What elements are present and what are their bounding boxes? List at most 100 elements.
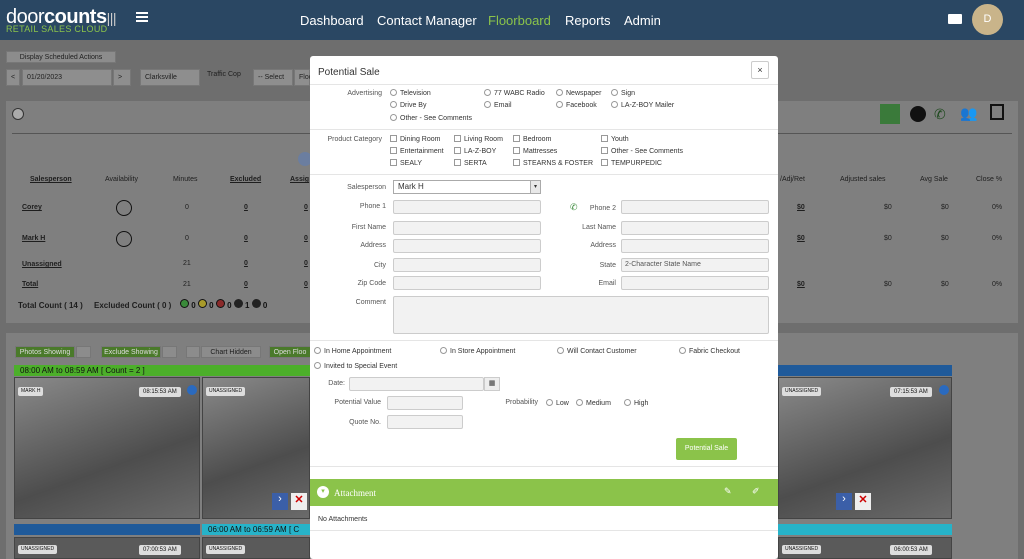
chevron-down-icon[interactable]: ▾: [317, 486, 329, 498]
floor-select[interactable]: Floo: [294, 69, 313, 86]
advertising-option[interactable]: Facebook: [556, 101, 597, 109]
advertising-option[interactable]: 77 WABC Radio: [484, 89, 545, 97]
chart-toggle-off[interactable]: [186, 346, 200, 358]
nav-admin[interactable]: Admin: [624, 13, 661, 28]
appointment-option[interactable]: Invited to Special Event: [314, 362, 397, 370]
appointment-option[interactable]: Will Contact Customer: [557, 347, 637, 355]
row-total[interactable]: Total: [22, 281, 38, 288]
row-excluded[interactable]: 0: [244, 204, 248, 211]
comment-textarea[interactable]: [393, 296, 769, 334]
last-name-input[interactable]: [621, 221, 769, 235]
nav-reports[interactable]: Reports: [565, 13, 611, 28]
product-option[interactable]: SERTA: [454, 159, 487, 167]
col-salesperson[interactable]: Salesperson: [30, 176, 72, 183]
quote-input[interactable]: [387, 415, 463, 429]
advertising-option[interactable]: Newspaper: [556, 89, 601, 97]
phone-icon[interactable]: ✆: [570, 202, 578, 213]
advertising-option[interactable]: Other - See Comments: [390, 114, 472, 122]
advertising-option[interactable]: Email: [484, 101, 512, 109]
row-salesperson-corey[interactable]: Corey: [22, 204, 42, 211]
traffic-cop-select[interactable]: -- Select: [253, 69, 293, 86]
date-input[interactable]: [349, 377, 484, 391]
product-option[interactable]: Dining Room: [390, 135, 440, 143]
attachment-bar[interactable]: [310, 479, 778, 506]
row-assigned[interactable]: 0: [304, 235, 308, 242]
people-icon[interactable]: 👥: [960, 105, 977, 122]
probability-option[interactable]: Medium: [576, 399, 611, 407]
mail-icon[interactable]: [948, 14, 962, 24]
notes-icon[interactable]: [990, 104, 1004, 120]
product-option[interactable]: Other - See Comments: [601, 147, 683, 155]
row-excluded[interactable]: 0: [244, 235, 248, 242]
photos-toggle-off[interactable]: [76, 346, 91, 358]
availability-indicator[interactable]: [116, 200, 132, 216]
potential-sale-button[interactable]: Potential Sale: [676, 438, 737, 460]
paperclip-icon[interactable]: ✎: [724, 486, 732, 497]
user-avatar[interactable]: D: [972, 4, 1003, 35]
appointment-option[interactable]: In Home Appointment: [314, 347, 391, 355]
camera-snapshot[interactable]: [14, 377, 200, 519]
advertising-option[interactable]: Sign: [611, 89, 635, 97]
zip-input[interactable]: [393, 276, 541, 290]
row-adj[interactable]: $0: [797, 204, 805, 211]
menu-icon[interactable]: [136, 12, 148, 22]
camera-group-header[interactable]: 08:00 AM to 08:59 AM [ Count = 2 ]: [14, 365, 310, 376]
address-input[interactable]: [393, 239, 541, 253]
camera-group-header[interactable]: 06:00 AM to 06:59 AM [ C: [202, 524, 310, 535]
nav-contact-manager[interactable]: Contact Manager: [377, 13, 477, 28]
info-icon[interactable]: [939, 385, 949, 395]
display-scheduled-actions-button[interactable]: Display Scheduled Actions: [6, 51, 116, 63]
product-option[interactable]: TEMPURPEDIC: [601, 159, 662, 167]
address2-input[interactable]: [621, 239, 769, 253]
chart-toggle[interactable]: Chart Hidden: [201, 346, 261, 358]
product-option[interactable]: STEARNS & FOSTER: [513, 159, 593, 167]
location-select[interactable]: Clarksville: [140, 69, 200, 86]
phone1-input[interactable]: [393, 200, 541, 214]
salesperson-select[interactable]: Mark H: [393, 180, 541, 194]
probability-option[interactable]: High: [624, 399, 648, 407]
exclude-x-icon[interactable]: ✕: [855, 493, 871, 510]
col-assigned[interactable]: Assig: [290, 176, 309, 183]
date-input[interactable]: 01/20/2023: [22, 69, 112, 86]
exclude-toggle-off[interactable]: [162, 346, 177, 358]
edit-icon[interactable]: ✐: [752, 486, 760, 497]
row-salesperson-mark-h[interactable]: Mark H: [22, 235, 45, 242]
exclude-x-icon[interactable]: ✕: [291, 493, 307, 510]
row-excluded[interactable]: 0: [244, 260, 248, 267]
product-option[interactable]: Youth: [601, 135, 629, 143]
calendar-icon[interactable]: ▦: [484, 377, 500, 391]
potential-value-input[interactable]: [387, 396, 463, 410]
appointment-option[interactable]: Fabric Checkout: [679, 347, 740, 355]
row-assigned[interactable]: 0: [304, 281, 308, 288]
assign-arrow-icon[interactable]: ›: [836, 493, 852, 510]
product-option[interactable]: SEALY: [390, 159, 422, 167]
state-input[interactable]: 2-Character State Name: [621, 258, 769, 272]
chevron-down-icon[interactable]: ▾: [530, 181, 540, 193]
nav-dashboard[interactable]: Dashboard: [300, 13, 364, 28]
availability-indicator[interactable]: [116, 231, 132, 247]
assign-arrow-icon[interactable]: ›: [272, 493, 288, 510]
schedule-icon[interactable]: [910, 106, 926, 122]
product-option[interactable]: Bedroom: [513, 135, 551, 143]
first-name-input[interactable]: [393, 221, 541, 235]
phone2-input[interactable]: [621, 200, 769, 214]
row-assigned[interactable]: 0: [304, 204, 308, 211]
product-option[interactable]: Living Room: [454, 135, 503, 143]
collapse-toggle-icon[interactable]: [12, 108, 24, 120]
open-floor-toggle[interactable]: Open Floo: [269, 346, 311, 358]
exclude-toggle[interactable]: Exclude Showing: [101, 346, 161, 358]
upload-icon[interactable]: [880, 104, 900, 124]
close-button[interactable]: ×: [751, 61, 769, 79]
advertising-option[interactable]: Drive By: [390, 101, 426, 109]
probability-option[interactable]: Low: [546, 399, 569, 407]
nav-floorboard[interactable]: Floorboard: [488, 13, 551, 28]
product-option[interactable]: Entertainment: [390, 147, 444, 155]
row-excluded[interactable]: 0: [244, 281, 248, 288]
info-icon[interactable]: [187, 385, 197, 395]
prev-date-button[interactable]: <: [6, 69, 20, 86]
appointment-option[interactable]: In Store Appointment: [440, 347, 515, 355]
row-adj[interactable]: $0: [797, 281, 805, 288]
product-option[interactable]: Mattresses: [513, 147, 557, 155]
advertising-option[interactable]: Television: [390, 89, 431, 97]
advertising-option[interactable]: LA-Z-BOY Mailer: [611, 101, 674, 109]
